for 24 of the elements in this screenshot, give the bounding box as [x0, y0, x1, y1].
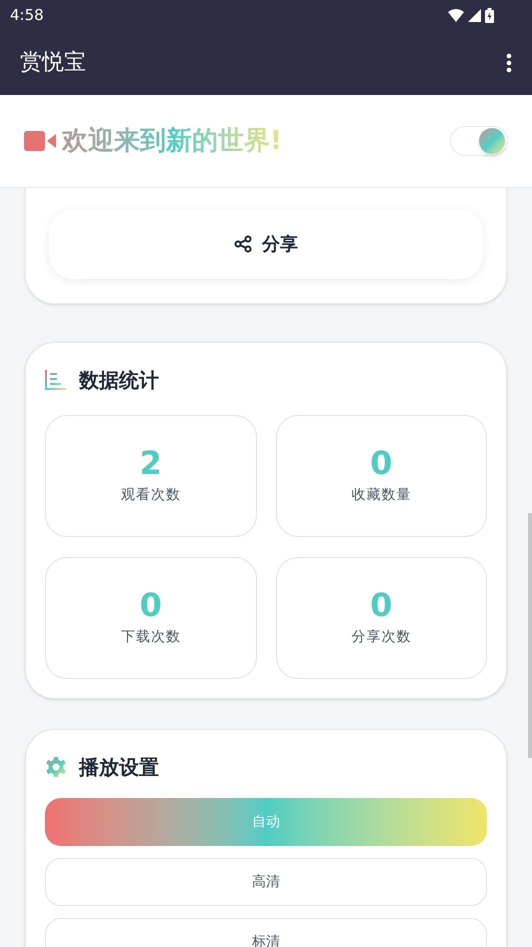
stat-label: 分享次数 [351, 628, 412, 646]
stats-title: 数据统计 [79, 367, 159, 394]
stat-label: 观看次数 [120, 486, 181, 504]
share-button[interactable]: 分享 [49, 209, 483, 279]
gear-icon [45, 756, 67, 778]
stat-value: 0 [370, 446, 392, 478]
signal-icon [468, 8, 481, 22]
share-icon [234, 235, 252, 253]
theme-toggle[interactable] [450, 126, 508, 156]
playback-title: 播放设置 [79, 754, 159, 781]
status-time: 4:58 [10, 4, 44, 26]
stat-value: 0 [140, 588, 162, 620]
quality-option[interactable]: 高清 [45, 858, 487, 906]
quality-option[interactable]: 标清 [45, 918, 487, 947]
wifi-icon [448, 8, 464, 22]
video-camera-icon [24, 130, 56, 152]
battery-icon [485, 8, 494, 22]
stat-value: 2 [140, 446, 162, 478]
stat-value: 0 [370, 588, 392, 620]
list-chart-icon [45, 370, 67, 390]
stat-label: 下载次数 [120, 628, 181, 646]
stat-label: 收藏数量 [351, 486, 412, 504]
app-title: 赏悦宝 [20, 49, 86, 77]
more-options-icon[interactable] [506, 52, 512, 72]
